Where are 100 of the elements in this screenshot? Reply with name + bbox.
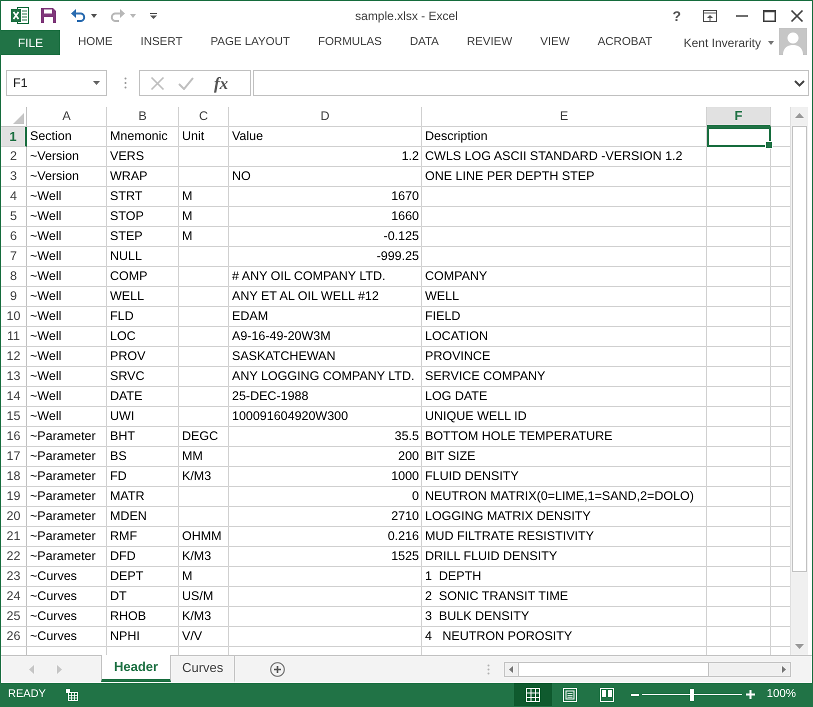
table-cell: -999.25: [229, 247, 422, 267]
zoom-level[interactable]: 100%: [766, 686, 796, 704]
row-header[interactable]: 9: [1, 287, 27, 307]
table-cell: NEUTRON MATRIX(0=LIME,1=SAND,2=DOLO): [422, 487, 707, 507]
row-header[interactable]: 2: [1, 147, 27, 167]
zoom-slider[interactable]: [642, 688, 742, 700]
table-cell: RHOB: [107, 607, 179, 627]
empty-cell: [179, 247, 229, 267]
ribbon-tab[interactable]: VIEW: [526, 30, 584, 55]
row-header[interactable]: 1: [1, 127, 27, 147]
table-cell: BHT: [107, 427, 179, 447]
column-header[interactable]: D: [229, 107, 422, 127]
name-box[interactable]: F1: [6, 70, 107, 96]
row-header[interactable]: 20: [1, 507, 27, 527]
customize-dropdown-icon[interactable]: [150, 12, 157, 18]
table-cell: NULL: [107, 247, 179, 267]
column-header[interactable]: E: [422, 107, 707, 127]
vertical-scrollbar[interactable]: [790, 107, 808, 655]
insert-function-button[interactable]: fx: [214, 74, 228, 92]
check-icon[interactable]: [178, 76, 194, 90]
page-break-icon[interactable]: [600, 688, 614, 702]
ribbon-tab[interactable]: INSERT: [126, 30, 196, 55]
maximize-icon[interactable]: [763, 10, 776, 22]
column-header[interactable]: C: [179, 107, 229, 127]
table-cell: ~Well: [27, 387, 107, 407]
row-header[interactable]: 5: [1, 207, 27, 227]
formula-input[interactable]: [253, 70, 809, 96]
zoom-slider-thumb[interactable]: [690, 688, 694, 700]
zoom-in-icon[interactable]: [746, 690, 755, 699]
row-header[interactable]: 8: [1, 267, 27, 287]
add-sheet-icon[interactable]: [270, 662, 286, 677]
minimize-icon[interactable]: [736, 14, 748, 16]
row-header[interactable]: 16: [1, 427, 27, 447]
ribbon-tab[interactable]: PAGE LAYOUT: [196, 30, 304, 55]
user-name[interactable]: Kent Inverarity: [684, 34, 761, 52]
active-cell[interactable]: [707, 127, 771, 147]
ribbon-tab[interactable]: ACROBAT: [584, 30, 666, 55]
file-tab[interactable]: FILE: [1, 30, 60, 55]
right-arrow-icon[interactable]: [782, 666, 786, 673]
table-cell: 2710: [229, 507, 422, 527]
table-cell: OHMM: [179, 527, 229, 547]
table-cell: FLD: [107, 307, 179, 327]
view-button[interactable]: [514, 683, 552, 706]
row-header[interactable]: 22: [1, 547, 27, 567]
fill-handle[interactable]: [765, 141, 773, 149]
row-header[interactable]: 23: [1, 567, 27, 587]
row-header[interactable]: 21: [1, 527, 27, 547]
caret-icon[interactable]: [93, 81, 100, 85]
page-icon[interactable]: [563, 688, 578, 702]
save-icon[interactable]: [41, 8, 56, 23]
left-arrow-icon[interactable]: [509, 666, 513, 673]
scrollbar-thumb[interactable]: [792, 126, 807, 572]
empty-cell: [179, 267, 229, 287]
table-cell: US/M: [179, 587, 229, 607]
table-cell: PROV: [107, 347, 179, 367]
column-header[interactable]: B: [107, 107, 179, 127]
table-cell: LOCATION: [422, 327, 707, 347]
window-options-icon[interactable]: [703, 10, 717, 22]
row-header[interactable]: 26: [1, 627, 27, 647]
scrollbar-thumb[interactable]: [518, 663, 709, 676]
table-cell: 1000: [229, 467, 422, 487]
row-header[interactable]: 10: [1, 307, 27, 327]
table-cell: DRILL FLUID DENSITY: [422, 547, 707, 567]
caret-icon[interactable]: [768, 40, 774, 44]
row-header[interactable]: 12: [1, 347, 27, 367]
row-header[interactable]: 6: [1, 227, 27, 247]
row-header[interactable]: 15: [1, 407, 27, 427]
row-header[interactable]: 25: [1, 607, 27, 627]
empty-cell: [179, 327, 229, 347]
ribbon-tab[interactable]: FORMULAS: [304, 30, 396, 55]
drag-handle-icon[interactable]: [487, 664, 490, 675]
caret-icon[interactable]: [91, 14, 97, 18]
help-button[interactable]: ?: [668, 8, 685, 22]
row-header[interactable]: 24: [1, 587, 27, 607]
row-header[interactable]: 3: [1, 167, 27, 187]
row-header[interactable]: 7: [1, 247, 27, 267]
drag-handle-icon[interactable]: [124, 77, 127, 89]
row-header[interactable]: 11: [1, 327, 27, 347]
horizontal-scrollbar[interactable]: [504, 662, 791, 677]
sheet-tab[interactable]: Header: [101, 655, 172, 682]
ribbon-tab[interactable]: REVIEW: [452, 30, 526, 55]
table-icon[interactable]: [66, 688, 78, 700]
spreadsheet-app-icon[interactable]: [11, 7, 29, 24]
undo-icon[interactable]: [71, 9, 86, 22]
row-header[interactable]: 13: [1, 367, 27, 387]
row-header[interactable]: 4: [1, 187, 27, 207]
column-header[interactable]: A: [27, 107, 107, 127]
close-icon[interactable]: [791, 10, 803, 22]
table-cell: 0: [229, 487, 422, 507]
row-header[interactable]: 19: [1, 487, 27, 507]
ribbon-tab[interactable]: HOME: [64, 30, 126, 55]
column-header[interactable]: F: [707, 107, 771, 127]
chevron-down-icon[interactable]: [794, 80, 805, 86]
row-header[interactable]: 14: [1, 387, 27, 407]
table-cell: LOGGING MATRIX DENSITY: [422, 507, 707, 527]
row-header[interactable]: 18: [1, 467, 27, 487]
row-header[interactable]: 17: [1, 447, 27, 467]
table-cell: ~Parameter: [27, 547, 107, 567]
grid-icon[interactable]: [526, 688, 540, 702]
ribbon-tab[interactable]: DATA: [396, 30, 453, 55]
